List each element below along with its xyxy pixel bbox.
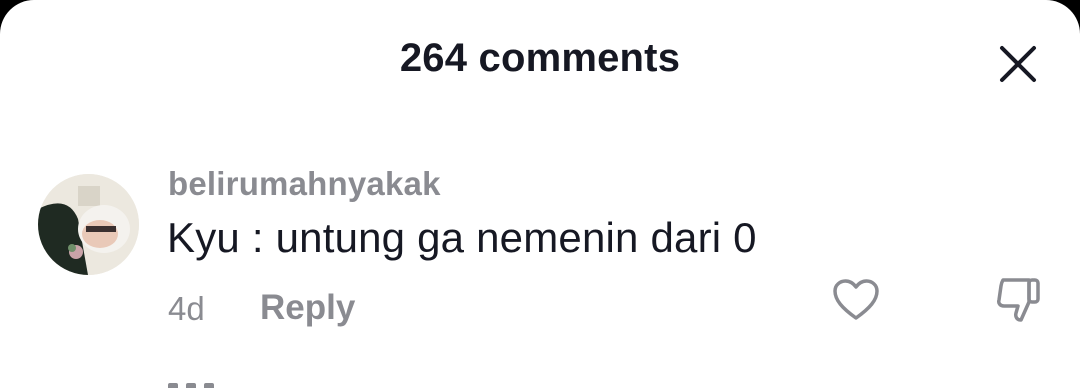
dislike-button[interactable]: [990, 272, 1046, 328]
comments-sheet: 264 comments belirumahnyakak Kyu : untun…: [0, 0, 1080, 388]
comment-timestamp: 4d: [168, 290, 205, 327]
comment-username[interactable]: belirumahnyakak: [168, 165, 441, 203]
next-comment-username-peek: [168, 380, 238, 388]
reply-button[interactable]: Reply: [260, 288, 355, 328]
thumbs-down-icon: [997, 278, 1040, 322]
comment-text: Kyu : untung ga nemenin dari 0: [167, 214, 757, 261]
avatar[interactable]: [38, 174, 139, 275]
comments-count-title: 264 comments: [399, 36, 681, 80]
like-button[interactable]: [828, 272, 884, 328]
close-button[interactable]: [992, 38, 1044, 90]
heart-outline-icon: [833, 279, 879, 320]
close-icon: [1000, 46, 1036, 82]
